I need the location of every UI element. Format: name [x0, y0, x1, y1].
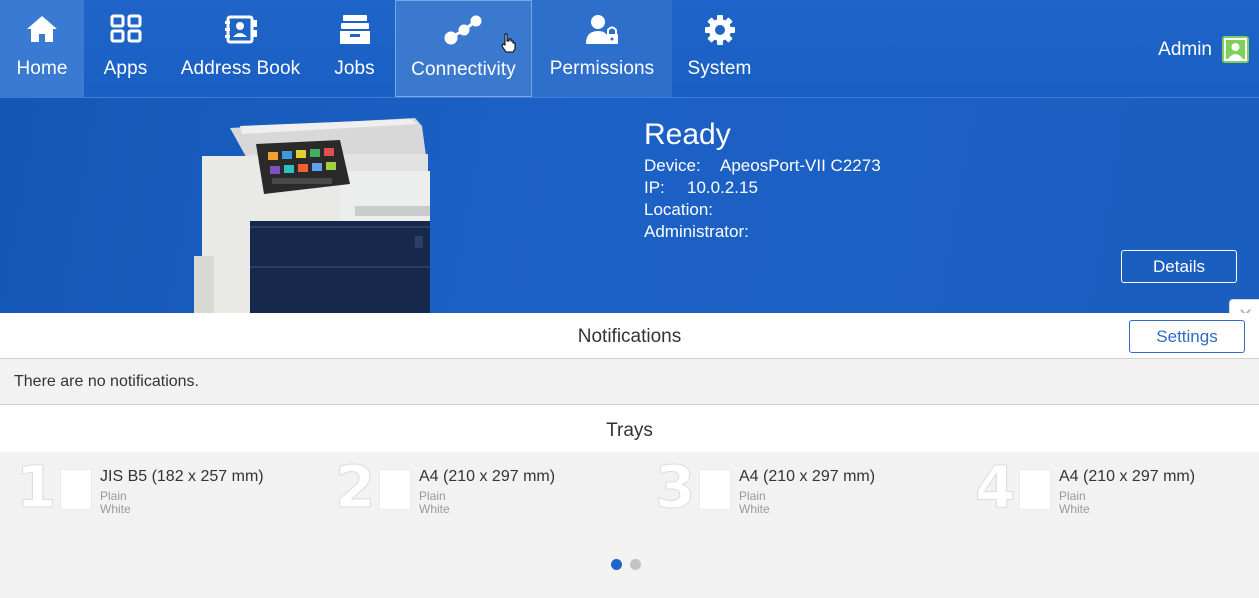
tray-paper-size: A4 (210 x 297 mm): [419, 468, 556, 485]
connectivity-icon: [444, 15, 484, 59]
tray-paper-type: Plain: [739, 489, 766, 503]
tray-paper-color: White: [1059, 502, 1090, 516]
tray-number: 4: [974, 453, 1016, 521]
tray-paper-size: A4 (210 x 297 mm): [739, 468, 876, 485]
nav-address-book[interactable]: Address Book: [167, 0, 314, 97]
tray-paper-color: White: [739, 502, 770, 516]
tray-paper-color: White: [100, 502, 131, 516]
hand-pointer-icon: [500, 33, 516, 58]
nav-system-label: System: [687, 58, 752, 79]
notifications-header: Notifications Settings: [0, 313, 1259, 359]
tray-paper-type: Plain: [1059, 489, 1086, 503]
nav-connectivity-label: Connectivity: [411, 59, 516, 80]
home-icon: [25, 14, 59, 58]
user-menu[interactable]: Admin: [1158, 36, 1249, 63]
nav-home[interactable]: Home: [0, 0, 84, 97]
tray-paper-color: White: [419, 502, 450, 516]
nav-system[interactable]: System: [672, 0, 767, 97]
notification-settings-button[interactable]: Settings: [1129, 320, 1245, 353]
close-icon[interactable]: ✕: [1238, 306, 1253, 313]
trays-title: Trays: [606, 420, 653, 441]
device-status-banner: Ready Device: ApeosPort-VII C2273 IP: 10…: [0, 98, 1259, 313]
device-ip-value: 10.0.2.15: [687, 178, 758, 197]
device-model-label: Device:: [644, 156, 701, 175]
tray-number: 1: [15, 453, 57, 521]
paper-swatch: [699, 469, 731, 510]
nav-apps-label: Apps: [103, 58, 148, 79]
device-model-row: Device: ApeosPort-VII C2273: [644, 156, 881, 178]
notifications-title: Notifications: [577, 326, 682, 347]
tray-paper-type: Plain: [419, 489, 446, 503]
pager-dot-1[interactable]: [611, 559, 622, 570]
nav-permissions-label: Permissions: [549, 58, 655, 79]
device-ip-row: IP: 10.0.2.15: [644, 178, 881, 200]
jobs-stack-icon: [338, 14, 372, 58]
user-name: Admin: [1158, 38, 1212, 60]
main-nav: Home Apps Address Book Jobs Connectivity: [0, 0, 767, 97]
address-book-icon: [223, 14, 259, 58]
avatar: [1222, 36, 1249, 63]
paper-swatch: [1019, 469, 1051, 510]
nav-home-label: Home: [16, 58, 68, 79]
trays-carousel: 1 JIS B5 (182 x 257 mm) Plain White 2 A4…: [0, 452, 1259, 598]
top-nav-bar: Home Apps Address Book Jobs Connectivity: [0, 0, 1259, 98]
pager-dot-2[interactable]: [630, 559, 641, 570]
notifications-empty-message: There are no notifications.: [14, 373, 199, 390]
tray-number: 3: [654, 453, 696, 521]
tray-number: 2: [334, 453, 376, 521]
side-widget: ✕: [1229, 299, 1259, 313]
nav-connectivity[interactable]: Connectivity: [395, 0, 532, 97]
carousel-pager: [611, 559, 649, 570]
device-status-text: Ready: [644, 118, 731, 151]
permissions-lock-user-icon: [584, 14, 620, 58]
nav-permissions[interactable]: Permissions: [532, 0, 672, 97]
device-info: Ready Device: ApeosPort-VII C2273 IP: 10…: [644, 118, 881, 244]
notifications-list: There are no notifications.: [0, 359, 1259, 405]
apps-grid-icon: [109, 14, 143, 58]
tray-paper-size: A4 (210 x 297 mm): [1059, 468, 1196, 485]
paper-swatch: [379, 469, 411, 510]
device-location-label: Location:: [644, 200, 713, 219]
device-ip-label: IP:: [644, 178, 665, 197]
device-model-value: ApeosPort-VII C2273: [720, 156, 881, 175]
gear-icon: [703, 14, 737, 58]
nav-jobs-label: Jobs: [334, 58, 375, 79]
tray-paper-size: JIS B5 (182 x 257 mm): [100, 468, 264, 485]
device-location-row: Location:: [644, 200, 881, 222]
nav-address-book-label: Address Book: [180, 58, 301, 79]
trays-header: Trays: [0, 405, 1259, 452]
details-button[interactable]: Details: [1121, 250, 1237, 283]
printer-image: [190, 116, 440, 313]
nav-jobs[interactable]: Jobs: [314, 0, 395, 97]
device-admin-label: Administrator:: [644, 222, 749, 241]
device-admin-row: Administrator:: [644, 222, 881, 244]
paper-swatch: [60, 469, 92, 510]
tray-paper-type: Plain: [100, 489, 127, 503]
nav-apps[interactable]: Apps: [84, 0, 167, 97]
